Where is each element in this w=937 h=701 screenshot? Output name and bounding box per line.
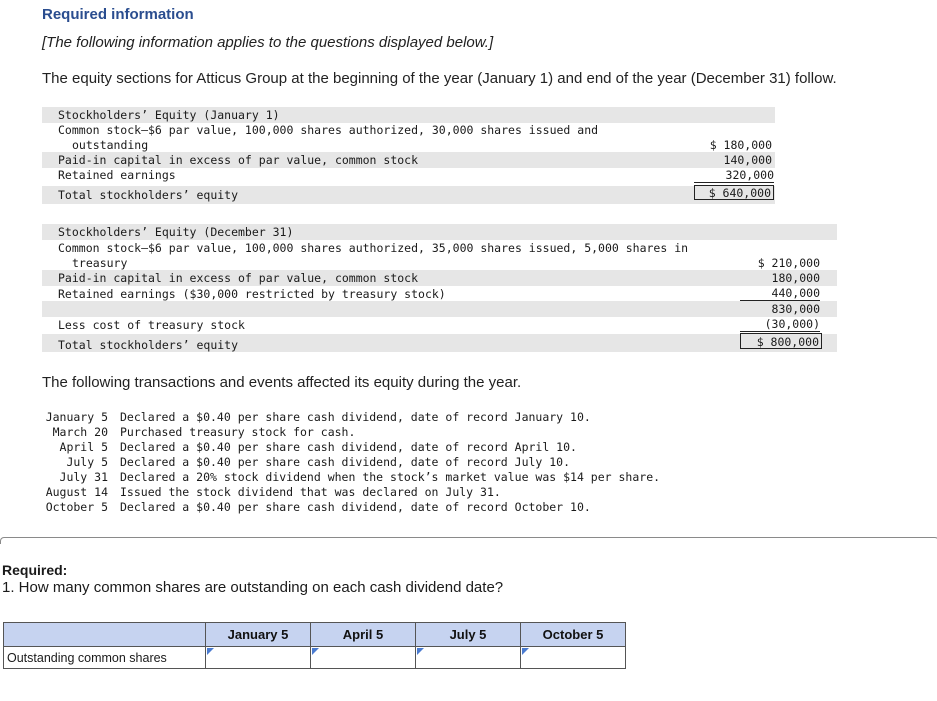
answer-cell [205, 646, 311, 669]
column-header: October 5 [520, 622, 626, 647]
input-marker-icon [207, 648, 214, 655]
transaction-date: October 5 [45, 500, 108, 514]
dec31-treasury-value: (30,000) [740, 317, 820, 332]
transaction-text: Declared a $0.40 per share cash dividend… [120, 500, 591, 514]
intro-text: The equity sections for Atticus Group at… [42, 70, 837, 87]
jan1-retained-label: Retained earnings [58, 168, 176, 182]
transaction-date: August 14 [45, 485, 108, 499]
transaction-text: Declared a $0.40 per share cash dividend… [120, 410, 591, 424]
dec31-retained-value: 440,000 [740, 286, 820, 301]
dec31-total-value: $ 800,000 [740, 333, 822, 349]
required-information-title: Required information [42, 6, 194, 23]
transaction-row: March 20 Purchased treasury stock for ca… [42, 425, 660, 440]
dec31-retained-label: Retained earnings ($30,000 restricted by… [58, 287, 446, 301]
transaction-row: August 14 Issued the stock dividend that… [42, 485, 660, 500]
answer-cell [310, 646, 416, 669]
column-header: April 5 [310, 622, 416, 647]
answer-input-wrap [416, 647, 520, 668]
transaction-row: July 5 Declared a $0.40 per share cash d… [42, 455, 660, 470]
question-text: 1. How many common shares are outstandin… [2, 579, 504, 596]
transaction-date: July 31 [59, 470, 108, 484]
answer-table: January 5 April 5 July 5 October 5 Outst… [3, 622, 626, 669]
section-divider [0, 537, 937, 544]
transactions-list: January 5 Declared a $0.40 per share cas… [42, 410, 660, 515]
table-row: Outstanding common shares [3, 646, 626, 669]
dec31-common-value: $ 210,000 [757, 256, 820, 270]
column-header: July 5 [415, 622, 521, 647]
answer-cell [415, 646, 521, 669]
info-note: [The following information applies to th… [42, 34, 494, 51]
transaction-date: July 5 [66, 455, 108, 469]
jan1-total-label: Total stockholders’ equity [58, 188, 239, 202]
jan1-total-value: $ 640,000 [694, 185, 774, 200]
transaction-date: April 5 [59, 440, 108, 454]
answer-input-october-5[interactable] [521, 647, 625, 668]
jan1-common-label-1: Common stock—$6 par value, 100,000 share… [58, 123, 599, 137]
header-blank-cell [3, 622, 206, 647]
input-marker-icon [417, 648, 424, 655]
answer-cell [520, 646, 626, 669]
jan1-paid-in-value: 140,000 [723, 153, 772, 167]
transaction-date: January 5 [45, 410, 108, 424]
input-marker-icon [312, 648, 319, 655]
transaction-row: April 5 Declared a $0.40 per share cash … [42, 440, 660, 455]
required-label: Required: [2, 562, 68, 578]
answer-input-april-5[interactable] [311, 647, 415, 668]
row-band [42, 301, 837, 317]
answer-table-header: January 5 April 5 July 5 October 5 [3, 622, 626, 647]
transaction-text: Declared a $0.40 per share cash dividend… [120, 440, 577, 454]
dec31-subtotal-value: 830,000 [771, 302, 820, 316]
column-header: January 5 [205, 622, 311, 647]
input-marker-icon [522, 648, 529, 655]
transaction-text: Declared a 20% stock dividend when the s… [120, 470, 661, 484]
answer-input-july-5[interactable] [416, 647, 520, 668]
dec31-paid-in-value: 180,000 [771, 271, 820, 285]
dec31-heading: Stockholders’ Equity (December 31) [58, 225, 294, 239]
jan1-paid-in-label: Paid-in capital in excess of par value, … [58, 153, 419, 167]
answer-input-wrap [311, 647, 415, 668]
transaction-text: Purchased treasury stock for cash. [120, 425, 356, 439]
answer-input-wrap [521, 647, 625, 668]
transaction-row: October 5 Declared a $0.40 per share cas… [42, 500, 660, 515]
dec31-common-label-1: Common stock—$6 par value, 100,000 share… [58, 241, 689, 255]
dec31-common-label-2: treasury [72, 256, 128, 270]
jan1-retained-value: 320,000 [694, 168, 774, 183]
dec31-treasury-label: Less cost of treasury stock [58, 318, 245, 332]
transaction-date: March 20 [52, 425, 108, 439]
transaction-text: Issued the stock dividend that was decla… [120, 485, 501, 499]
row-label: Outstanding common shares [3, 646, 206, 669]
transaction-row: January 5 Declared a $0.40 per share cas… [42, 410, 660, 425]
transaction-row: July 31 Declared a 20% stock dividend wh… [42, 470, 661, 485]
transaction-text: Declared a $0.40 per share cash dividend… [120, 455, 571, 469]
transactions-intro: The following transactions and events af… [42, 374, 522, 391]
answer-input-january-5[interactable] [206, 647, 310, 668]
jan1-common-value: $ 180,000 [709, 138, 772, 152]
jan1-common-label-2: outstanding [72, 138, 149, 152]
dec31-total-label: Total stockholders’ equity [58, 338, 239, 352]
jan1-heading: Stockholders’ Equity (January 1) [58, 108, 280, 122]
answer-input-wrap [206, 647, 310, 668]
dec31-paid-in-label: Paid-in capital in excess of par value, … [58, 271, 419, 285]
